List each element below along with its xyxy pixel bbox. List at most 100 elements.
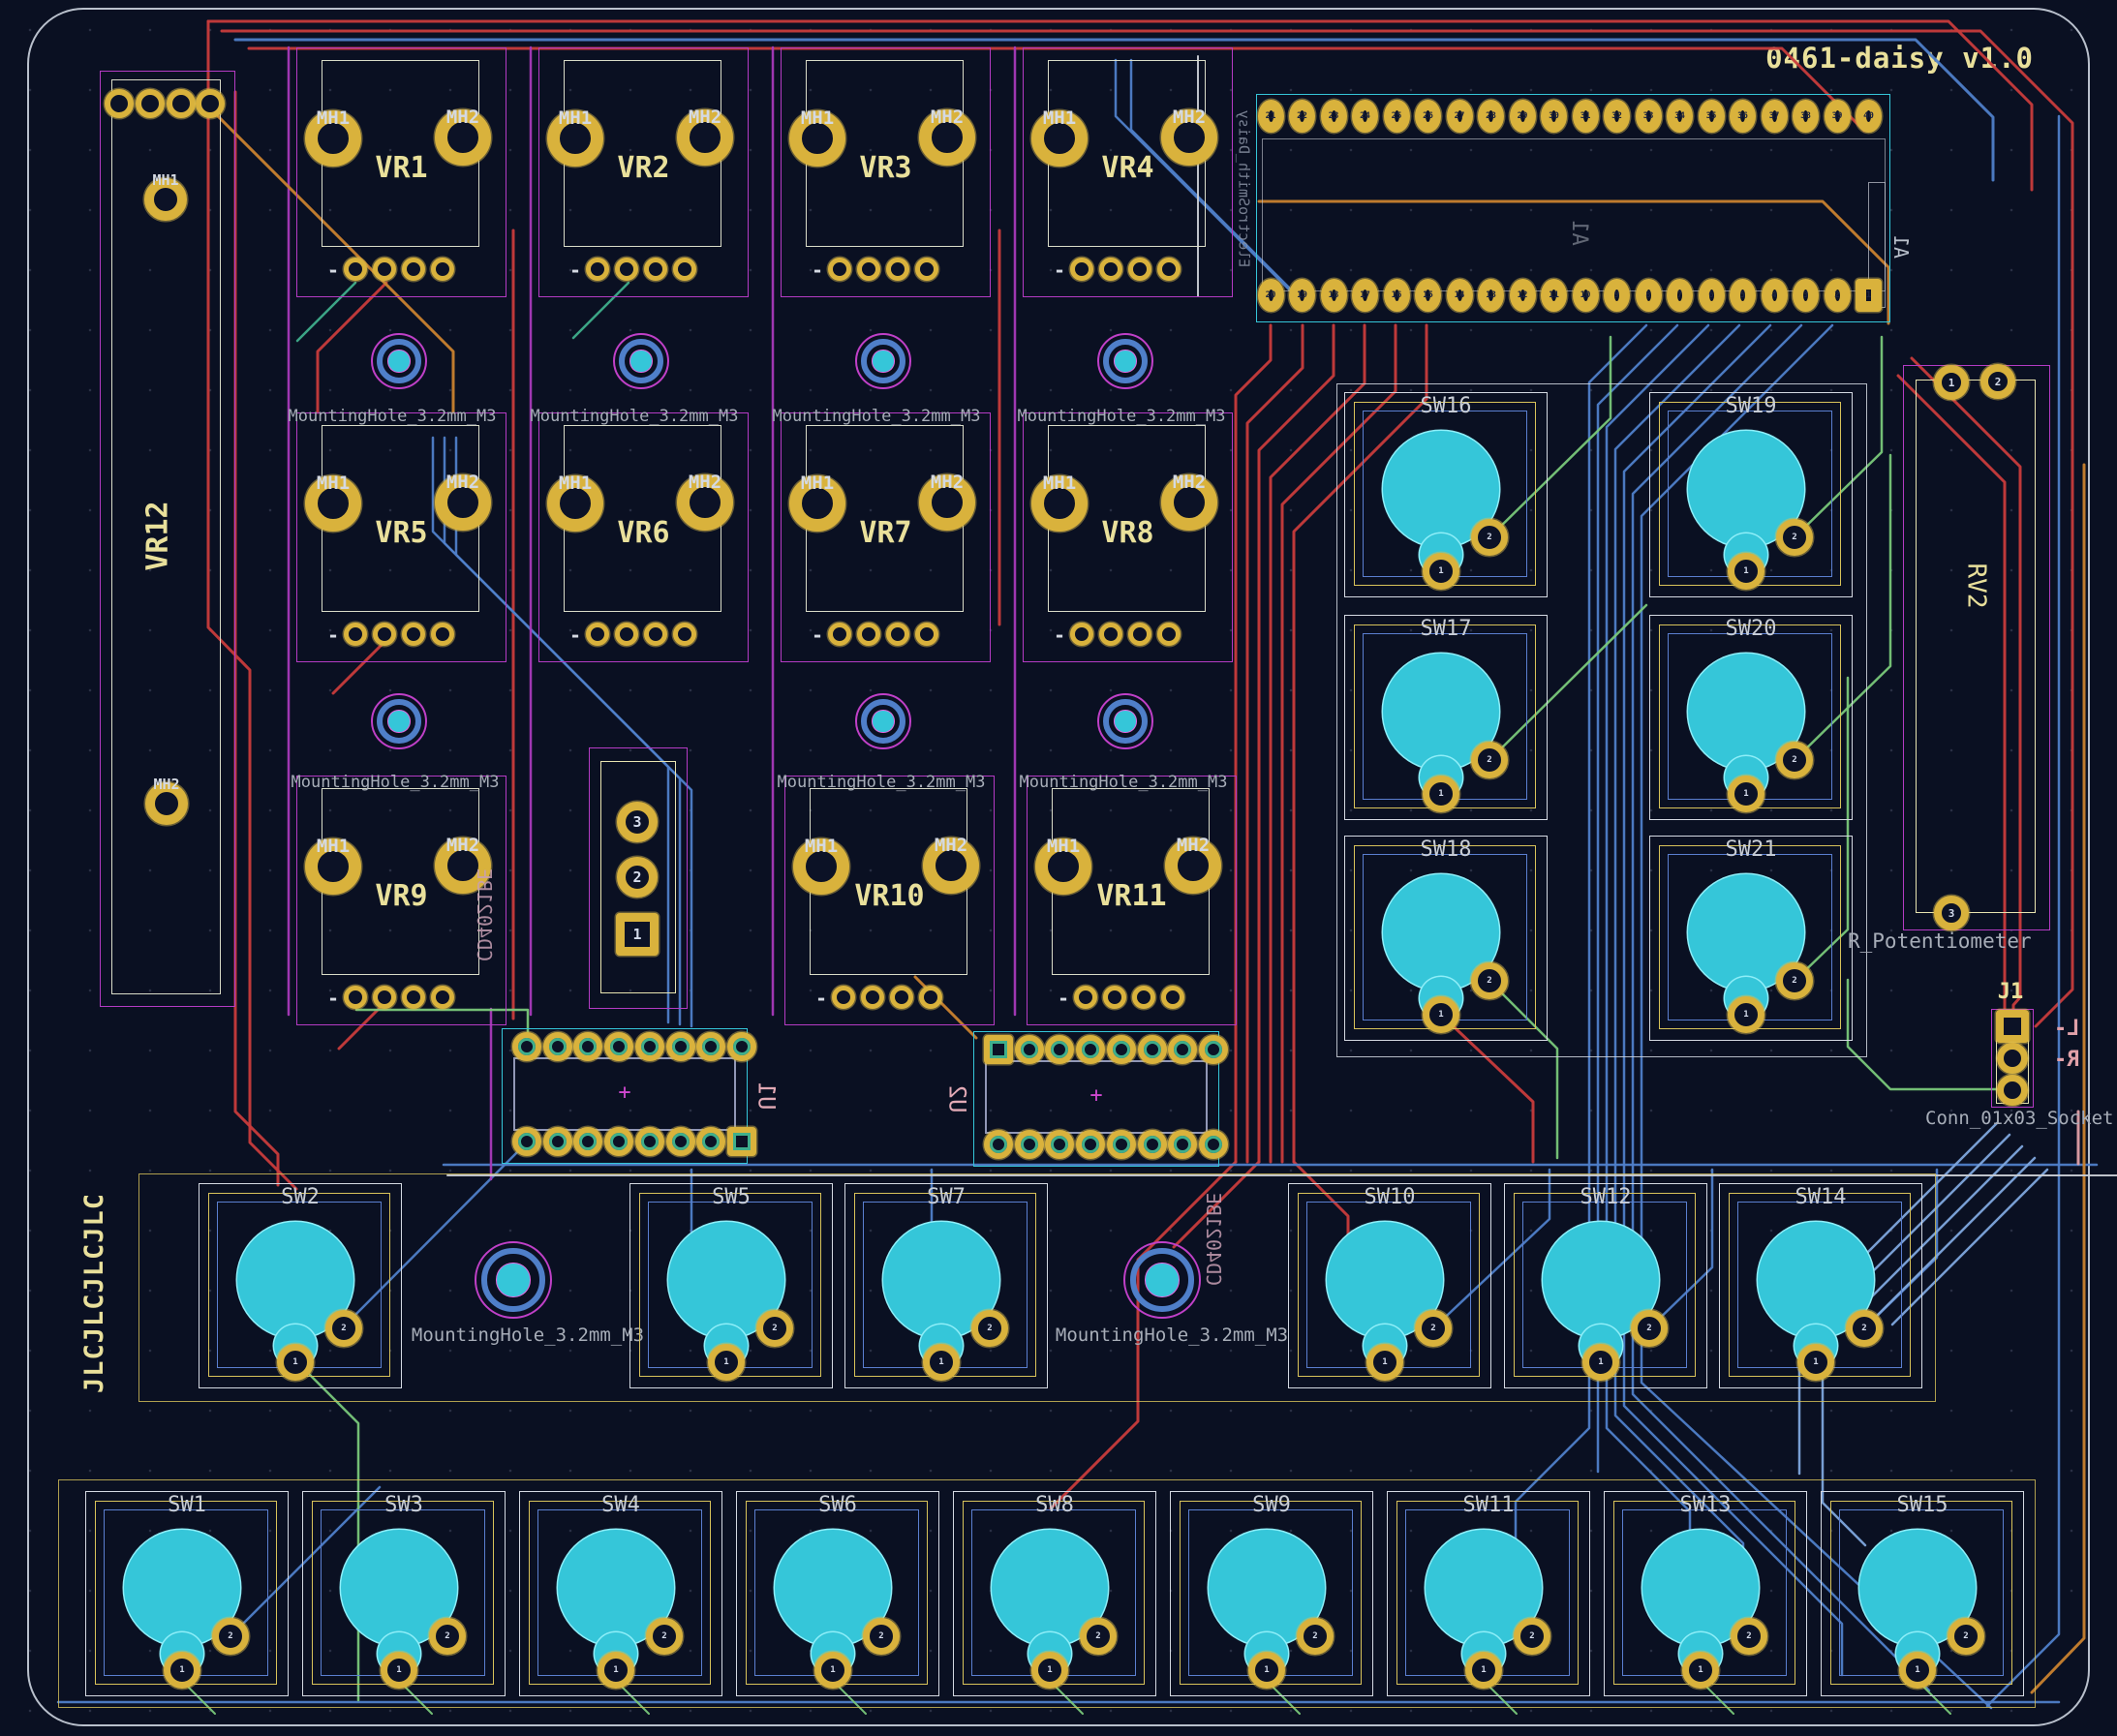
a1-pin-top[interactable]: 23 bbox=[1321, 100, 1347, 133]
a1-pin-top[interactable]: 37 bbox=[1762, 100, 1788, 133]
a1-pin-bottom[interactable]: 14 bbox=[1447, 279, 1473, 312]
switch-pad-1[interactable]: 1 bbox=[1366, 1344, 1403, 1381]
a1-pin-top[interactable]: 36 bbox=[1730, 100, 1756, 133]
u2-socket-pin[interactable] bbox=[1107, 1130, 1136, 1159]
a1-pin-bottom[interactable]: 12 bbox=[1510, 279, 1536, 312]
u1-socket-pin[interactable] bbox=[635, 1127, 664, 1156]
footprint-vr3[interactable]: MH1MH2VR3- bbox=[781, 47, 991, 297]
a1-pin-top[interactable]: 31 bbox=[1573, 100, 1599, 133]
pin-pad[interactable] bbox=[1161, 986, 1184, 1009]
footprint-sw1[interactable]: 12SW1 bbox=[85, 1491, 289, 1696]
rv1-pad-1[interactable]: 1 bbox=[616, 913, 659, 956]
u1-socket-pin[interactable] bbox=[512, 1127, 541, 1156]
u1-socket-pin[interactable] bbox=[543, 1127, 572, 1156]
a1-pin-bottom[interactable]: 5 bbox=[1730, 279, 1756, 312]
pin-pad[interactable] bbox=[644, 623, 667, 646]
switch-pad-2[interactable]: 2 bbox=[756, 1310, 793, 1347]
u2-socket-pin[interactable] bbox=[1168, 1035, 1197, 1064]
pin-pad[interactable] bbox=[615, 258, 638, 281]
switch-pad-1[interactable]: 1 bbox=[1728, 996, 1764, 1033]
a1-pin-bottom[interactable]: 4 bbox=[1762, 279, 1788, 312]
footprint-sw15[interactable]: 12SW15 bbox=[1821, 1491, 2024, 1696]
a1-pin-top[interactable]: 22 bbox=[1289, 100, 1315, 133]
a1-pin-top[interactable]: 30 bbox=[1541, 100, 1567, 133]
a1-pin-top[interactable]: 38 bbox=[1793, 100, 1819, 133]
pin-pad[interactable] bbox=[373, 258, 396, 281]
a1-pin-top[interactable]: 25 bbox=[1384, 100, 1410, 133]
u2-socket-pin[interactable] bbox=[1138, 1035, 1167, 1064]
switch-pad-1[interactable]: 1 bbox=[1465, 1652, 1502, 1689]
pin-pad[interactable] bbox=[105, 89, 134, 118]
switch-pad-2[interactable]: 2 bbox=[212, 1618, 249, 1655]
u1-socket-pin[interactable] bbox=[635, 1032, 664, 1061]
u1-socket-pin[interactable] bbox=[727, 1127, 756, 1156]
switch-pad-2[interactable]: 2 bbox=[646, 1618, 683, 1655]
footprint-vr8[interactable]: MH1MH2VR8- bbox=[1023, 412, 1233, 662]
switch-pad-1[interactable]: 1 bbox=[1797, 1344, 1834, 1381]
switch-pad-1[interactable]: 1 bbox=[814, 1652, 851, 1689]
footprint-sw8[interactable]: 12SW8 bbox=[953, 1491, 1156, 1696]
mounting-hole[interactable] bbox=[1097, 693, 1153, 749]
footprint-sw17[interactable]: 12SW17 bbox=[1344, 615, 1548, 820]
footprint-vr6[interactable]: MH1MH2VR6- bbox=[538, 412, 749, 662]
switch-pad-1[interactable]: 1 bbox=[1899, 1652, 1936, 1689]
pin-pad[interactable] bbox=[1157, 623, 1181, 646]
a1-pin-top[interactable]: 35 bbox=[1699, 100, 1725, 133]
footprint-vr4[interactable]: MH1MH2VR4- bbox=[1023, 47, 1233, 297]
pin-pad[interactable] bbox=[890, 986, 913, 1009]
footprint-sw2[interactable]: 12SW2 bbox=[199, 1183, 402, 1388]
switch-pad-2[interactable]: 2 bbox=[1415, 1310, 1452, 1347]
pin-pad[interactable] bbox=[431, 258, 454, 281]
a1-pin-top[interactable]: 34 bbox=[1667, 100, 1693, 133]
switch-pad-1[interactable]: 1 bbox=[164, 1652, 200, 1689]
mounting-hole[interactable] bbox=[475, 1241, 552, 1319]
mounting-hole[interactable] bbox=[371, 693, 427, 749]
switch-pad-1[interactable]: 1 bbox=[277, 1344, 314, 1381]
switch-pad-2[interactable]: 2 bbox=[1731, 1618, 1767, 1655]
pin-pad[interactable] bbox=[373, 623, 396, 646]
pin-pad[interactable] bbox=[402, 258, 425, 281]
switch-pad-1[interactable]: 1 bbox=[1728, 776, 1764, 812]
a1-pin-top[interactable]: 26 bbox=[1415, 100, 1441, 133]
footprint-vr5[interactable]: MH1MH2VR5- bbox=[296, 412, 506, 662]
a1-pin-bottom[interactable]: 11 bbox=[1541, 279, 1567, 312]
switch-pad-1[interactable]: 1 bbox=[1423, 996, 1459, 1033]
switch-pad-1[interactable]: 1 bbox=[1728, 553, 1764, 590]
a1-pin-top[interactable]: 29 bbox=[1510, 100, 1536, 133]
switch-pad-1[interactable]: 1 bbox=[1423, 553, 1459, 590]
a1-pin-bottom[interactable]: 3 bbox=[1793, 279, 1819, 312]
j1-pad-3[interactable] bbox=[1997, 1075, 2028, 1106]
u2-socket-pin[interactable] bbox=[1015, 1130, 1044, 1159]
a1-pin-bottom[interactable]: 13 bbox=[1478, 279, 1504, 312]
u1-socket-pin[interactable] bbox=[696, 1127, 725, 1156]
mounting-hole[interactable] bbox=[613, 333, 669, 389]
footprint-sw4[interactable]: 12SW4 bbox=[519, 1491, 722, 1696]
u1-socket-pin[interactable] bbox=[666, 1127, 695, 1156]
a1-pin-top[interactable]: 39 bbox=[1825, 100, 1851, 133]
u2-socket-pin[interactable] bbox=[1199, 1035, 1228, 1064]
footprint-sw13[interactable]: 12SW13 bbox=[1604, 1491, 1807, 1696]
footprint-sw7[interactable]: 12SW7 bbox=[844, 1183, 1048, 1388]
rv2-pad-2[interactable]: 2 bbox=[1980, 364, 2015, 399]
j1-pad-1[interactable] bbox=[1996, 1010, 2029, 1043]
u1-socket-pin[interactable] bbox=[604, 1032, 633, 1061]
pin-pad[interactable] bbox=[167, 89, 196, 118]
footprint-sw14[interactable]: 12SW14 bbox=[1719, 1183, 1922, 1388]
pin-pad[interactable] bbox=[1099, 623, 1122, 646]
u2-socket-pin[interactable] bbox=[1107, 1035, 1136, 1064]
pin-pad[interactable] bbox=[402, 986, 425, 1009]
pin-pad[interactable] bbox=[431, 623, 454, 646]
a1-pin-bottom[interactable]: 1 bbox=[1856, 279, 1882, 312]
u2-socket-pin[interactable] bbox=[1015, 1035, 1044, 1064]
a1-pin-top[interactable]: 32 bbox=[1604, 100, 1630, 133]
pin-pad[interactable] bbox=[915, 623, 938, 646]
a1-pin-top[interactable]: 28 bbox=[1478, 100, 1504, 133]
pin-pad[interactable] bbox=[402, 623, 425, 646]
switch-pad-2[interactable]: 2 bbox=[1471, 519, 1508, 556]
pin-pad[interactable] bbox=[1099, 258, 1122, 281]
pin-pad[interactable] bbox=[915, 258, 938, 281]
rv2-pad-1[interactable]: 1 bbox=[1934, 365, 1969, 400]
a1-pin-bottom[interactable]: 9 bbox=[1604, 279, 1630, 312]
mounting-hole[interactable] bbox=[855, 333, 911, 389]
rv1-pad-2[interactable]: 2 bbox=[617, 857, 658, 898]
